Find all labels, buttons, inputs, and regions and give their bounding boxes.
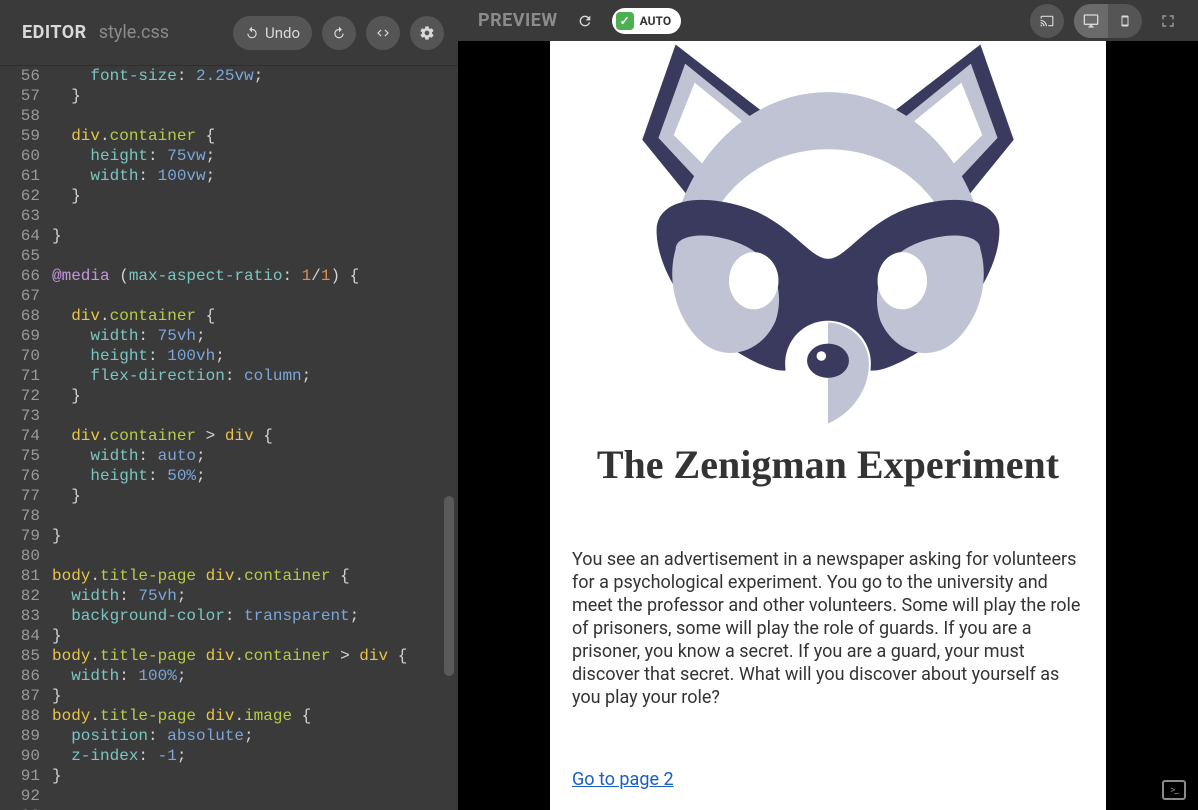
- mobile-icon: [1119, 12, 1131, 30]
- preview-viewport: The Zenigman Experiment You see an adver…: [458, 41, 1198, 810]
- refresh-icon: [577, 13, 593, 29]
- rendered-page[interactable]: The Zenigman Experiment You see an adver…: [550, 41, 1106, 810]
- auto-label: AUTO: [640, 14, 671, 28]
- preview-toolbar: PREVIEW ✓ AUTO: [458, 0, 1198, 41]
- raccoon-icon: [588, 41, 1068, 435]
- fullscreen-button[interactable]: [1152, 5, 1184, 37]
- console-button[interactable]: [1162, 780, 1186, 800]
- redo-button[interactable]: [322, 16, 356, 50]
- undo-button[interactable]: Undo: [233, 16, 312, 50]
- scrollbar-thumb[interactable]: [444, 496, 454, 676]
- code-content[interactable]: font-size: 2.25vw; } div.container { hei…: [52, 66, 458, 810]
- undo-label: Undo: [265, 24, 300, 42]
- gear-icon: [419, 25, 435, 41]
- editor-toolbar: EDITOR style.css Undo: [0, 0, 458, 66]
- redo-icon: [332, 26, 346, 40]
- cast-icon: [1039, 14, 1055, 28]
- preview-panel: PREVIEW ✓ AUTO: [458, 0, 1198, 810]
- device-mobile[interactable]: [1108, 4, 1142, 38]
- editor-filename[interactable]: style.css: [99, 22, 169, 43]
- checkmark-icon: ✓: [616, 12, 634, 30]
- editor-label: EDITOR: [22, 22, 87, 43]
- line-gutter: 5657585960616263646566676869707172737475…: [0, 66, 46, 810]
- code-icon: [375, 26, 391, 40]
- page-body: You see an advertisement in a newspaper …: [550, 548, 1106, 709]
- desktop-icon: [1082, 13, 1100, 29]
- fullscreen-icon: [1158, 11, 1178, 31]
- page-heading: The Zenigman Experiment: [570, 441, 1086, 488]
- editor-panel: EDITOR style.css Undo 565758596061626364…: [0, 0, 458, 810]
- preview-label: PREVIEW: [478, 10, 558, 31]
- device-desktop[interactable]: [1074, 4, 1108, 38]
- refresh-button[interactable]: [568, 4, 602, 38]
- code-view-button[interactable]: [366, 16, 400, 50]
- auto-refresh-toggle[interactable]: ✓ AUTO: [612, 8, 681, 34]
- code-editor[interactable]: 5657585960616263646566676869707172737475…: [0, 66, 458, 810]
- page-image: [550, 41, 1106, 435]
- cast-button[interactable]: [1030, 4, 1064, 38]
- undo-icon: [245, 26, 259, 40]
- settings-button[interactable]: [410, 16, 444, 50]
- page-link[interactable]: Go to page 2: [572, 769, 674, 790]
- device-switcher: [1074, 4, 1142, 38]
